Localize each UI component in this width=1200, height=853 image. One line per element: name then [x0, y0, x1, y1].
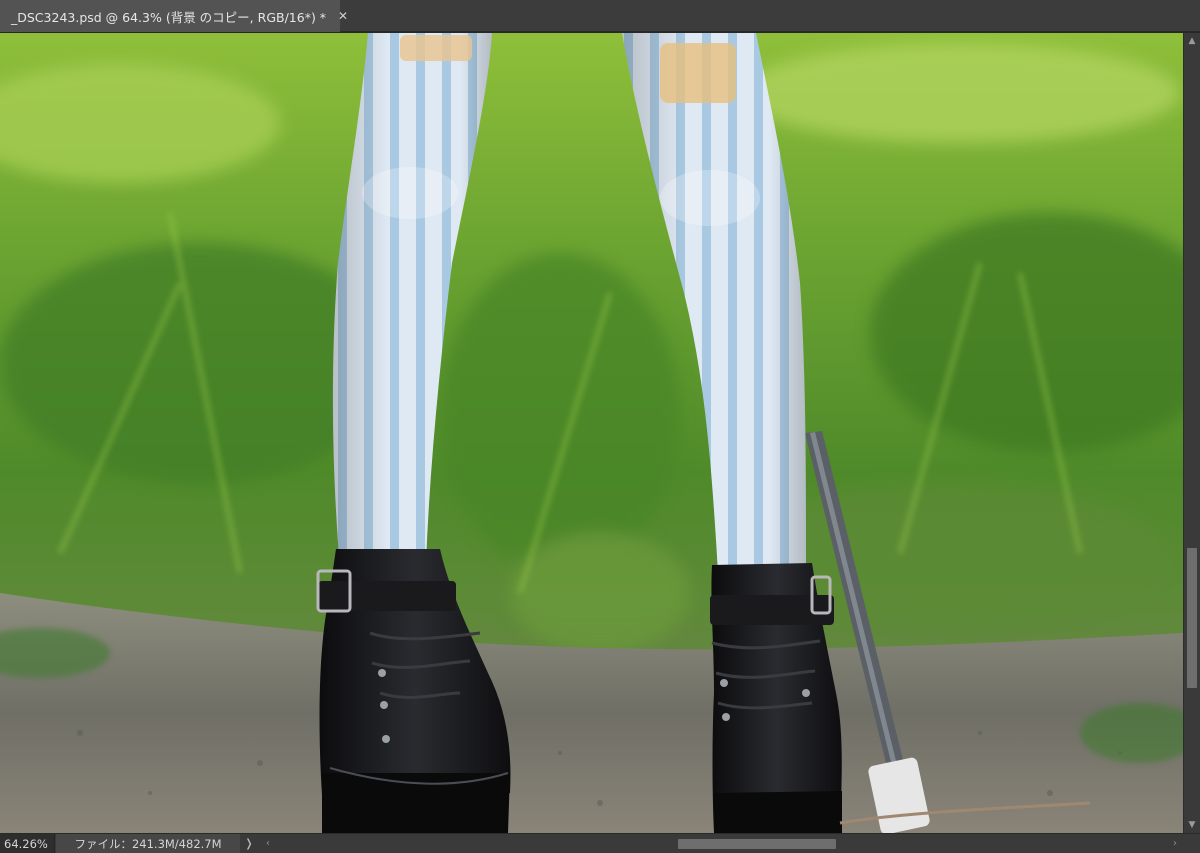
- zoom-level-field[interactable]: 64.26%: [0, 834, 55, 853]
- document-tab-title: _DSC3243.psd @ 64.3% (背景 のコピー, RGB/16*) …: [11, 9, 327, 25]
- zoom-level-value: 64.26%: [4, 836, 48, 851]
- scroll-down-icon[interactable]: ▼: [1184, 817, 1200, 833]
- photo-image: [0, 33, 1183, 833]
- scroll-up-icon[interactable]: ▲: [1184, 33, 1200, 49]
- status-bar: 64.26% ファイル：241.3M/482.7M ❭ ‹ ›: [0, 833, 1200, 853]
- scroll-right-icon[interactable]: ›: [1167, 834, 1183, 853]
- document-tab[interactable]: _DSC3243.psd @ 64.3% (背景 のコピー, RGB/16*) …: [0, 0, 348, 32]
- horizontal-scrollbar[interactable]: ‹ ›: [258, 834, 1183, 853]
- vertical-scrollbar[interactable]: ▲ ▼: [1183, 33, 1200, 833]
- photo-canvas[interactable]: [0, 33, 1183, 833]
- scroll-left-icon[interactable]: ‹: [260, 834, 276, 853]
- document-tab-bar: _DSC3243.psd @ 64.3% (背景 のコピー, RGB/16*) …: [0, 0, 1200, 32]
- close-icon[interactable]: ✕: [338, 9, 348, 23]
- status-menu-arrow-icon[interactable]: ❭: [241, 834, 257, 853]
- vertical-scroll-thumb[interactable]: [1187, 548, 1197, 688]
- scrollbar-corner: [1183, 834, 1200, 853]
- file-info: ファイル：241.3M/482.7M: [56, 834, 240, 853]
- file-info-text: ファイル：241.3M/482.7M: [74, 836, 222, 851]
- horizontal-scroll-thumb[interactable]: [678, 839, 836, 849]
